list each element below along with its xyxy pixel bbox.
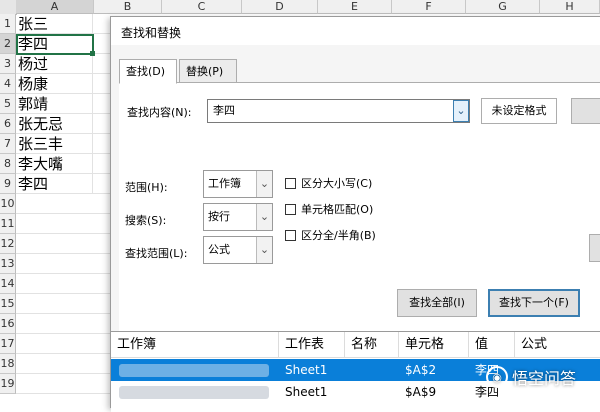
col-sheet[interactable]: 工作表 (279, 332, 345, 357)
within-select[interactable]: 工作簿 ⌄ (203, 170, 273, 198)
within-dropdown[interactable]: ⌄ (256, 171, 272, 197)
cell-a1[interactable]: 张三 (16, 14, 93, 34)
find-what-label: 查找内容(N): (127, 106, 192, 119)
watermark-text: 悟空问答 (512, 369, 577, 388)
search-value: 按行 (208, 210, 230, 223)
col-value[interactable]: 值 (469, 332, 515, 357)
within-label: 范围(H): (125, 181, 168, 194)
chevron-down-icon: ⌄ (259, 210, 270, 223)
results-header: 工作簿 工作表 名称 单元格 值 公式 (111, 332, 600, 358)
column-header-c[interactable]: C (162, 0, 242, 14)
options-button[interactable]: 选 (589, 234, 600, 262)
find-what-value: 李四 (213, 104, 235, 117)
row-header-17[interactable]: 17 (0, 334, 16, 354)
workbook-name-blurred (119, 364, 269, 377)
match-entire-cell-label: 单元格匹配(O) (301, 203, 374, 216)
column-header-g[interactable]: G (466, 0, 540, 14)
row-header-5[interactable]: 5 (0, 94, 16, 114)
chevron-down-icon: ⌄ (456, 104, 466, 117)
row-header-19[interactable]: 19 (0, 374, 16, 394)
column-header-a[interactable]: A (16, 0, 94, 14)
row-header-11[interactable]: 11 (0, 214, 16, 234)
row-header-7[interactable]: 7 (0, 134, 16, 154)
row-header-10[interactable]: 10 (0, 194, 16, 214)
match-entire-cell-checkbox[interactable]: 单元格匹配(O) (285, 201, 373, 217)
column-header-e[interactable]: E (318, 0, 392, 14)
result-sheet: Sheet1 (285, 363, 328, 377)
column-header-h[interactable]: H (540, 0, 600, 14)
tab-replace[interactable]: 替换(P) (179, 59, 237, 83)
dialog-titlebar[interactable]: 查找和替换 (111, 17, 600, 45)
row-header-13[interactable]: 13 (0, 254, 16, 274)
workbook-name-blurred (119, 386, 269, 399)
row-header-3[interactable]: 3 (0, 54, 16, 74)
col-workbook[interactable]: 工作簿 (111, 332, 279, 357)
cell-a9[interactable]: 李四 (16, 174, 93, 194)
row-header-15[interactable]: 15 (0, 294, 16, 314)
checkbox-box[interactable] (285, 203, 296, 215)
match-byte-width-checkbox[interactable]: 区分全/半角(B) (285, 227, 376, 243)
col-cell[interactable]: 单元格 (399, 332, 469, 357)
column-header-b[interactable]: B (94, 0, 162, 14)
look-in-label: 查找范围(L): (125, 247, 188, 260)
row-header-6[interactable]: 6 (0, 114, 16, 134)
within-value: 工作簿 (208, 177, 241, 190)
search-dropdown[interactable]: ⌄ (256, 204, 272, 230)
row-header-8[interactable]: 8 (0, 154, 16, 174)
cell-a5[interactable]: 郭靖 (16, 94, 93, 114)
search-label: 搜索(S): (125, 214, 167, 227)
cell-a6[interactable]: 张无忌 (16, 114, 93, 134)
result-cell: $A$2 (405, 363, 437, 377)
fill-handle[interactable] (90, 51, 95, 56)
match-case-label: 区分大小写(C) (301, 177, 373, 190)
find-all-button[interactable]: 查找全部(I) (397, 289, 477, 317)
find-history-dropdown[interactable]: ⌄ (453, 100, 469, 122)
col-formula[interactable]: 公式 (515, 332, 600, 357)
row-header-14[interactable]: 14 (0, 274, 16, 294)
checkbox-box[interactable] (285, 177, 296, 189)
watermark: ◉ 悟空问答 (486, 362, 576, 392)
match-case-checkbox[interactable]: 区分大小写(C) (285, 175, 372, 191)
row-header-12[interactable]: 12 (0, 234, 16, 254)
cell-a4[interactable]: 杨康 (16, 74, 93, 94)
row-header-16[interactable]: 16 (0, 314, 16, 334)
cell-a7[interactable]: 张三丰 (16, 134, 93, 154)
dialog-title: 查找和替换 (121, 26, 182, 40)
format-button[interactable]: 格 (571, 98, 600, 124)
col-name[interactable]: 名称 (345, 332, 399, 357)
row-header-2[interactable]: 2 (0, 34, 16, 54)
look-in-dropdown[interactable]: ⌄ (256, 237, 272, 263)
active-cell-border (16, 34, 94, 55)
row-header-18[interactable]: 18 (0, 354, 16, 374)
column-header-f[interactable]: F (392, 0, 466, 14)
find-what-input[interactable]: 李四 ⌄ (207, 99, 470, 123)
format-preview: 未设定格式 (481, 98, 557, 124)
row-header-1[interactable]: 1 (0, 14, 16, 34)
search-select[interactable]: 按行 ⌄ (203, 203, 273, 231)
select-all-corner[interactable] (0, 0, 17, 15)
match-byte-width-label: 区分全/半角(B) (301, 229, 376, 242)
look-in-select[interactable]: 公式 ⌄ (203, 236, 273, 264)
find-replace-dialog: 查找和替换 查找(D) 替换(P) 查找内容(N): 李四 ⌄ 未设定格式 格 … (110, 16, 600, 412)
chevron-down-icon: ⌄ (259, 243, 270, 256)
wukong-logo-icon: ◉ (486, 366, 508, 388)
cell-a3[interactable]: 杨过 (16, 54, 93, 74)
row-header-4[interactable]: 4 (0, 74, 16, 94)
cell-a8[interactable]: 李大嘴 (16, 154, 93, 174)
find-next-button[interactable]: 查找下一个(F) (488, 289, 580, 317)
checkbox-box[interactable] (285, 229, 296, 241)
look-in-value: 公式 (208, 243, 230, 256)
tab-find[interactable]: 查找(D) (119, 59, 177, 84)
chevron-down-icon: ⌄ (259, 177, 270, 190)
row-header-9[interactable]: 9 (0, 174, 16, 194)
column-header-d[interactable]: D (242, 0, 318, 14)
